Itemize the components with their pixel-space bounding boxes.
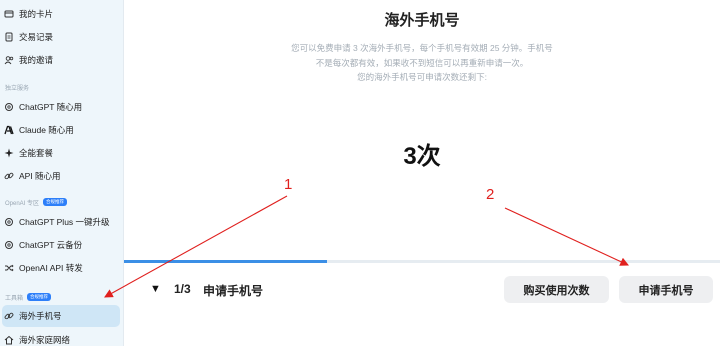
card-icon — [4, 9, 14, 19]
recommend-badge: 合规推荐 — [27, 293, 52, 301]
sidebar-item-label: 交易记录 — [19, 32, 54, 42]
sidebar-item-label: API 随心用 — [19, 171, 61, 181]
sidebar-item-label: 我的邀请 — [19, 55, 54, 65]
sidebar-item-label: Claude 随心用 — [19, 125, 74, 135]
section-label-toolbox: 工具箱 合规推荐 — [5, 292, 52, 302]
sidebar-item-label: 全能套餐 — [19, 148, 54, 158]
apply-phone-button[interactable]: 申请手机号 — [619, 276, 713, 303]
home-icon — [4, 335, 14, 345]
sparkle-icon — [4, 148, 14, 158]
sidebar-item-all-in-one[interactable]: 全能套餐 — [2, 142, 120, 164]
chatgpt-icon — [4, 240, 14, 250]
sidebar-item-cloud-backup[interactable]: ChatGPT 云备份 — [2, 234, 120, 256]
sidebar: 我的卡片 交易记录 我的邀请 独立服务 ChatGPT 随心用 Claude 随… — [0, 0, 124, 346]
collapse-toggle-icon[interactable]: ▼ — [150, 283, 161, 295]
page-title: 海外手机号 — [384, 12, 460, 29]
step-bar: ▼ 1/3 申请手机号 购买使用次数 申请手机号 — [124, 263, 720, 319]
annotation-label-1: 1 — [284, 176, 293, 193]
section-label-independent: 独立服务 — [5, 85, 30, 92]
description: 您可以免费申请 3 次海外手机号，每个手机号有效期 25 分钟。手机号 不是每次… — [274, 41, 570, 85]
link-icon — [4, 171, 14, 181]
remaining-count: 3次 — [403, 143, 441, 170]
chatgpt-icon — [4, 217, 14, 227]
sidebar-item-api-forward[interactable]: OpenAI API 转发 — [2, 257, 120, 279]
link-icon — [4, 311, 14, 321]
recommend-badge: 合规推荐 — [43, 198, 68, 206]
sidebar-item-label: ChatGPT 云备份 — [19, 240, 83, 250]
sidebar-item-api-anytime[interactable]: API 随心用 — [2, 165, 120, 187]
section-label-openai: OpenAI 专区 合规推荐 — [5, 197, 68, 207]
chatgpt-icon — [4, 102, 14, 112]
claude-icon — [4, 125, 14, 135]
users-icon — [4, 55, 14, 65]
sidebar-item-invites[interactable]: 我的邀请 — [2, 49, 120, 71]
buy-usage-button[interactable]: 购买使用次数 — [504, 276, 609, 303]
app-root: 我的卡片 交易记录 我的邀请 独立服务 ChatGPT 随心用 Claude 随… — [0, 0, 720, 346]
sidebar-item-label: 海外家庭网络 — [19, 335, 71, 345]
sidebar-item-label: 海外手机号 — [19, 311, 62, 321]
description-line: 您可以免费申请 3 次海外手机号，每个手机号有效期 25 分钟。手机号 — [291, 43, 553, 53]
sidebar-item-label: ChatGPT 随心用 — [19, 102, 83, 112]
sidebar-item-label: 我的卡片 — [19, 9, 54, 19]
sidebar-item-home-network[interactable]: 海外家庭网络 — [2, 329, 120, 346]
shuffle-icon — [4, 263, 14, 273]
sidebar-item-label: ChatGPT Plus 一键升级 — [19, 217, 110, 227]
annotation-label-2: 2 — [486, 186, 495, 203]
sidebar-item-plus-upgrade[interactable]: ChatGPT Plus 一键升级 — [2, 211, 120, 233]
sidebar-item-overseas-phone[interactable]: 海外手机号 — [2, 305, 120, 327]
sidebar-item-transactions[interactable]: 交易记录 — [2, 26, 120, 48]
step-indicator: 1/3 — [174, 282, 191, 296]
step-name: 申请手机号 — [203, 284, 264, 298]
main-panel: 海外手机号 您可以免费申请 3 次海外手机号，每个手机号有效期 25 分钟。手机… — [124, 0, 720, 346]
sidebar-item-chatgpt-anytime[interactable]: ChatGPT 随心用 — [2, 96, 120, 118]
sidebar-item-claude-anytime[interactable]: Claude 随心用 — [2, 119, 120, 141]
sidebar-item-label: OpenAI API 转发 — [19, 263, 83, 273]
description-line: 不是每次都有效，如果收不到短信可以再重新申请一次。 — [315, 57, 529, 68]
sidebar-item-my-cards[interactable]: 我的卡片 — [2, 3, 120, 25]
receipt-icon — [4, 32, 14, 42]
description-line: 您的海外手机号可申请次数还剩下: — [357, 72, 487, 82]
